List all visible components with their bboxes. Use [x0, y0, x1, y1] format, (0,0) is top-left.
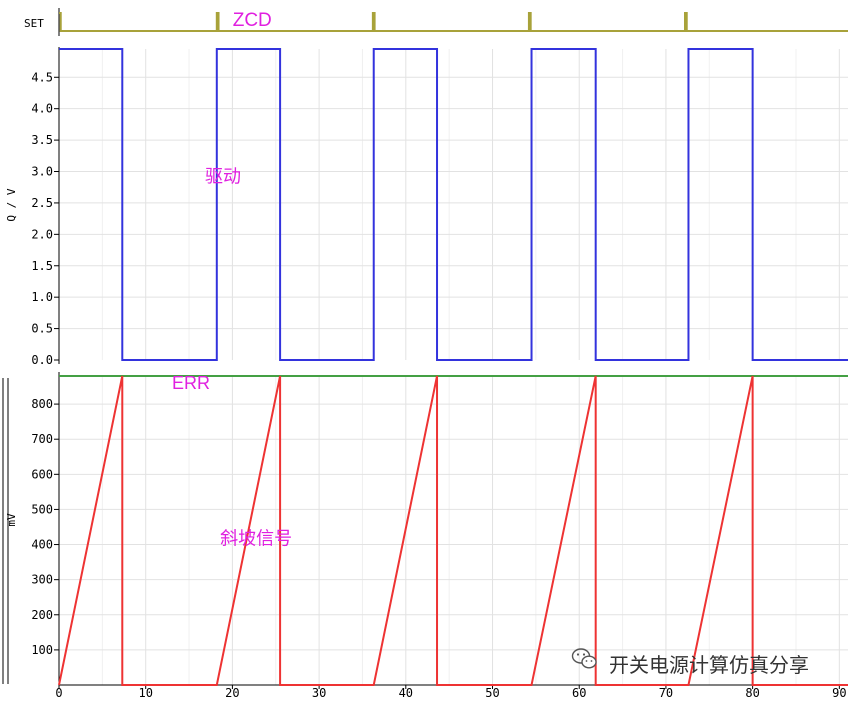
- mv-y-tick-label: 700: [31, 432, 53, 446]
- set-label: SET: [24, 17, 44, 30]
- watermark: 开关电源计算仿真分享: [571, 648, 809, 677]
- q-y-tick-label: 2.5: [31, 196, 53, 210]
- mv-x-tick-label: 10: [138, 686, 152, 700]
- mv-x-tick-label: 90: [832, 686, 846, 700]
- zcd-annotation: ZCD: [233, 10, 272, 31]
- q-y-tick-label: 1.5: [31, 259, 53, 273]
- mv-y-tick-label: 200: [31, 608, 53, 622]
- q-y-tick-label: 2.0: [31, 227, 53, 241]
- mv-y-tick-label: 100: [31, 643, 53, 657]
- mv-x-tick-label: 80: [745, 686, 759, 700]
- wechat-icon: [571, 648, 597, 669]
- q-y-tick-label: 1.0: [31, 290, 53, 304]
- q-panel: 0.0 0.5 1.0 1.5 2.0 2.5 3.0 3.5 4.0 4.5 Q / V: [5, 47, 848, 367]
- q-y-tick-label: 3.5: [31, 133, 53, 147]
- mv-y-tick-label: 400: [31, 538, 53, 552]
- mv-y-tick-label: 500: [31, 502, 53, 516]
- mv-x-tick-label: 70: [659, 686, 673, 700]
- err-annotation: ERR: [172, 373, 210, 393]
- mv-y-axis-label: mV: [5, 513, 18, 527]
- q-y-axis-label: Q / V: [5, 188, 18, 221]
- q-y-tick-label: 0.0: [31, 353, 53, 367]
- oscilloscope-chart: SET 0.00.51.01.52.02.53.03.54.04.5Q / V …: [2, 8, 848, 700]
- mv-x-tick-label: 50: [485, 686, 499, 700]
- q-y-tick-label: 4.5: [31, 70, 53, 84]
- mv-y-tick-label: 600: [31, 467, 53, 481]
- mv-x-tick-label: 40: [399, 686, 413, 700]
- mv-y-tick-label: 800: [31, 397, 53, 411]
- mv-x-tick-label: 60: [572, 686, 586, 700]
- ramp-annotation: 斜坡信号: [220, 529, 292, 550]
- mv-x-tick-label: 30: [312, 686, 326, 700]
- mv-x-tick-label: 20: [225, 686, 239, 700]
- q-y-tick-label: 4.0: [31, 102, 53, 116]
- q-y-tick-label: 3.0: [31, 165, 53, 179]
- q-y-tick-label: 0.5: [31, 322, 53, 336]
- q-trace: [59, 48, 848, 361]
- mv-y-tick-label: 300: [31, 573, 53, 587]
- mv-x-tick-label: 0: [55, 686, 62, 700]
- drive-annotation: 驱动: [205, 167, 241, 188]
- mv-panel: 0 10 20 30 40 50 60 70 80 90 100 200 300 400 500 600 700…: [2, 372, 848, 700]
- set-panel: SET: [24, 8, 848, 36]
- watermark-text: 开关电源计算仿真分享: [609, 654, 809, 677]
- ramp-trace: [58, 375, 848, 686]
- set-trace: [59, 12, 848, 32]
